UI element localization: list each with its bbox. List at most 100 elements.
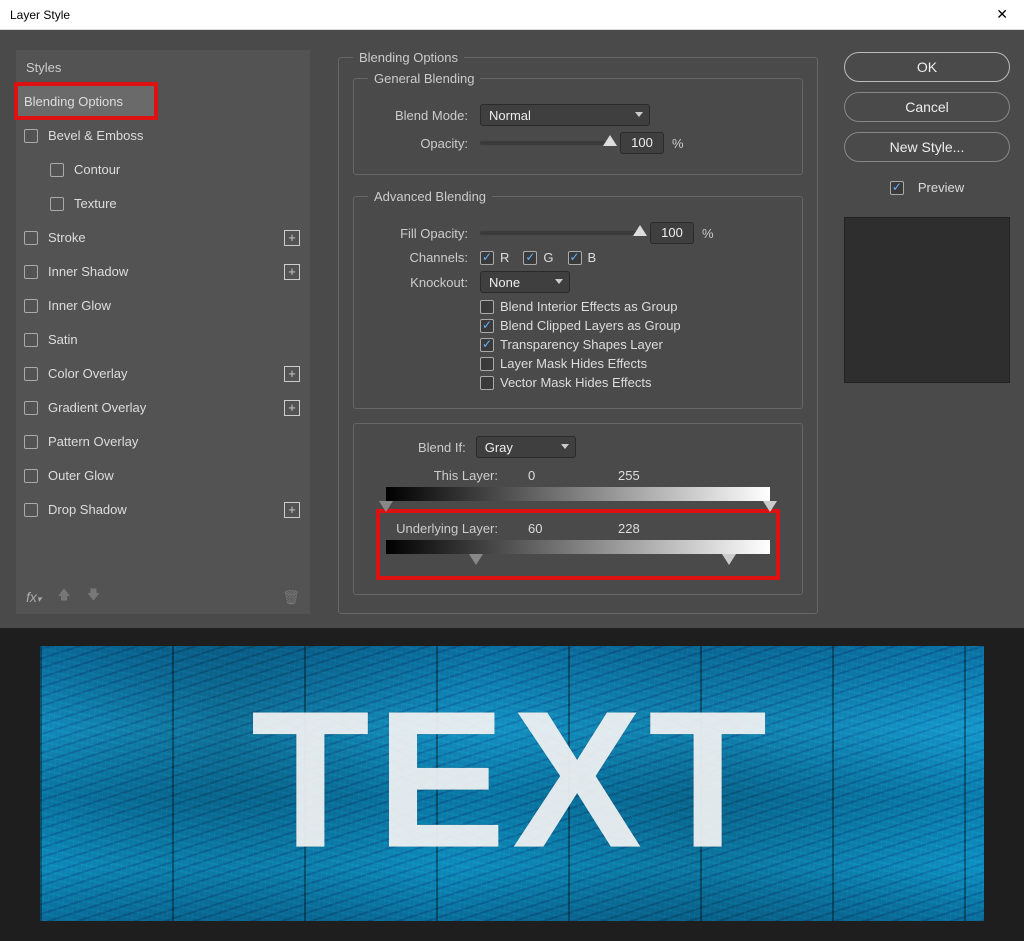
move-down-icon[interactable]: 🡇 (87, 586, 100, 608)
style-label: Bevel & Emboss (48, 128, 143, 143)
add-effect-icon[interactable]: + (284, 230, 300, 246)
opacity-label: Opacity: (368, 136, 468, 151)
channel-r-label: R (500, 250, 509, 265)
style-drop-shadow[interactable]: Drop Shadow + (16, 492, 310, 526)
fx-icon[interactable]: fx▾ (26, 589, 41, 605)
style-pattern-overlay[interactable]: Pattern Overlay (16, 424, 310, 458)
blend-mode-select[interactable]: Normal (480, 104, 650, 126)
checkbox-icon[interactable] (24, 503, 38, 517)
opt-label: Transparency Shapes Layer (500, 337, 663, 352)
dialog-actions: OK Cancel New Style... Preview (844, 52, 1010, 383)
pct-label: % (672, 136, 684, 151)
general-blending-group: General Blending Blend Mode: Normal Opac… (353, 71, 803, 175)
slider-handle-highlight[interactable] (763, 501, 777, 512)
style-color-overlay[interactable]: Color Overlay + (16, 356, 310, 390)
this-layer-label: This Layer: (368, 468, 498, 483)
add-effect-icon[interactable]: + (284, 264, 300, 280)
opt-checkbox[interactable] (480, 376, 494, 390)
style-label: Contour (74, 162, 120, 177)
trash-icon[interactable]: 🗑 (282, 589, 300, 606)
advanced-options-list: Blend Interior Effects as Group Blend Cl… (480, 299, 788, 390)
styles-panel: Styles Blending Options Bevel & Emboss C… (16, 50, 310, 614)
checkbox-icon[interactable] (24, 231, 38, 245)
add-effect-icon[interactable]: + (284, 502, 300, 518)
canvas-area: TEXT (0, 628, 1024, 941)
checkbox-icon[interactable] (24, 299, 38, 313)
fill-opacity-slider[interactable] (480, 231, 640, 235)
slider-handle-shadow[interactable] (379, 501, 393, 512)
underlying-layer-gradient[interactable] (386, 540, 770, 554)
style-label: Inner Glow (48, 298, 111, 313)
preview-checkbox[interactable] (890, 181, 904, 195)
opacity-value[interactable]: 100 (620, 132, 664, 154)
style-texture[interactable]: Texture (16, 186, 310, 220)
style-stroke[interactable]: Stroke + (16, 220, 310, 254)
add-effect-icon[interactable]: + (284, 366, 300, 382)
style-label: Pattern Overlay (48, 434, 138, 449)
style-label: Gradient Overlay (48, 400, 146, 415)
slider-handle-highlight[interactable] (722, 554, 736, 565)
opt-checkbox[interactable] (480, 300, 494, 314)
dialog-body: Styles Blending Options Bevel & Emboss C… (0, 30, 1024, 628)
opt-checkbox[interactable] (480, 338, 494, 352)
knockout-select[interactable]: None (480, 271, 570, 293)
ok-button[interactable]: OK (844, 52, 1010, 82)
style-outer-glow[interactable]: Outer Glow (16, 458, 310, 492)
checkbox-icon[interactable] (24, 401, 38, 415)
style-bevel-emboss[interactable]: Bevel & Emboss (16, 118, 310, 152)
style-inner-glow[interactable]: Inner Glow (16, 288, 310, 322)
style-label: Color Overlay (48, 366, 127, 381)
knockout-label: Knockout: (368, 275, 468, 290)
preview-swatch (844, 217, 1010, 383)
group-legend: General Blending (368, 71, 480, 86)
checkbox-icon[interactable] (24, 129, 38, 143)
style-label: Outer Glow (48, 468, 114, 483)
underlying-layer-lo: 60 (528, 521, 618, 536)
style-inner-shadow[interactable]: Inner Shadow + (16, 254, 310, 288)
checkbox-icon[interactable] (24, 265, 38, 279)
chevron-down-icon (555, 279, 563, 284)
checkbox-icon[interactable] (24, 435, 38, 449)
close-icon[interactable]: ✕ (988, 2, 1016, 27)
style-label: Stroke (48, 230, 86, 245)
opt-checkbox[interactable] (480, 319, 494, 333)
style-satin[interactable]: Satin (16, 322, 310, 356)
style-gradient-overlay[interactable]: Gradient Overlay + (16, 390, 310, 424)
opacity-slider[interactable] (480, 141, 610, 145)
style-label: Inner Shadow (48, 264, 128, 279)
checkbox-icon[interactable] (50, 197, 64, 211)
cancel-button[interactable]: Cancel (844, 92, 1010, 122)
opt-label: Vector Mask Hides Effects (500, 375, 652, 390)
slider-handle-shadow[interactable] (469, 554, 483, 565)
this-layer-lo: 0 (528, 468, 618, 483)
add-effect-icon[interactable]: + (284, 400, 300, 416)
new-style-button[interactable]: New Style... (844, 132, 1010, 162)
channel-g-checkbox[interactable] (523, 251, 537, 265)
channel-g-label: G (543, 250, 553, 265)
blending-options-group: Blending Options General Blending Blend … (338, 50, 818, 614)
select-value: None (489, 275, 520, 290)
opt-checkbox[interactable] (480, 357, 494, 371)
checkbox-icon[interactable] (24, 469, 38, 483)
fill-opacity-value[interactable]: 100 (650, 222, 694, 244)
style-contour[interactable]: Contour (16, 152, 310, 186)
style-label: Blending Options (24, 94, 123, 109)
this-layer-gradient[interactable] (386, 487, 770, 501)
blend-if-select[interactable]: Gray (476, 436, 576, 458)
checkbox-icon[interactable] (24, 367, 38, 381)
style-blending-options[interactable]: Blending Options (16, 84, 156, 118)
channel-b-checkbox[interactable] (568, 251, 582, 265)
preview-label: Preview (918, 180, 964, 195)
move-up-icon[interactable]: 🡅 (57, 586, 70, 608)
titlebar: Layer Style ✕ (0, 0, 1024, 30)
channel-r-checkbox[interactable] (480, 251, 494, 265)
channels-label: Channels: (368, 250, 468, 265)
underlying-layer-label: Underlying Layer: (368, 521, 498, 536)
window-title: Layer Style (10, 8, 70, 22)
preview-toggle[interactable]: Preview (844, 180, 1010, 195)
fill-opacity-label: Fill Opacity: (368, 226, 468, 241)
checkbox-icon[interactable] (50, 163, 64, 177)
blend-if-group: Blend If: Gray This Layer: 0 255 (353, 423, 803, 595)
style-label: Satin (48, 332, 78, 347)
checkbox-icon[interactable] (24, 333, 38, 347)
